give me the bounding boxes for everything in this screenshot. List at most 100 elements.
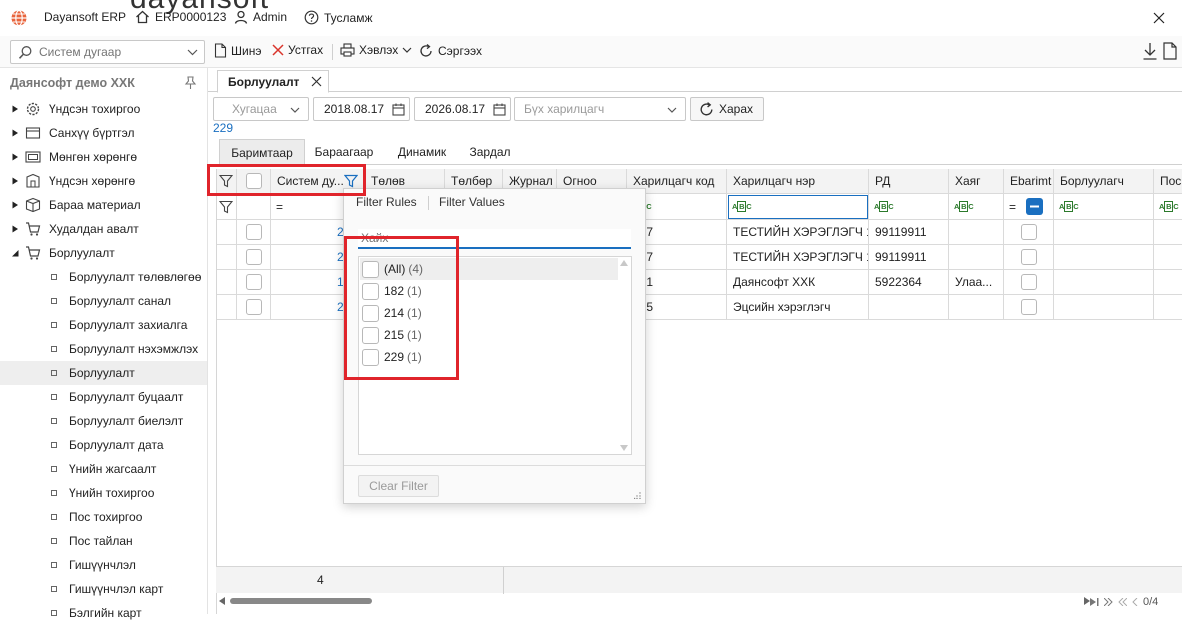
instance-button[interactable]: ERP0000123 (135, 10, 226, 24)
sidebar-item-11[interactable]: Пос тохиргоо (0, 505, 207, 529)
export-button[interactable] (1162, 42, 1178, 60)
row-checkbox[interactable] (246, 249, 262, 265)
equals-operator[interactable]: = (276, 200, 283, 214)
scroll-thumb[interactable] (230, 598, 372, 604)
sidebar-item-2[interactable]: Борлуулалт санал (0, 289, 207, 313)
sidebar-module-1[interactable]: Үндсэн тохиргоо (0, 97, 207, 121)
date-from-field[interactable]: 2018.08.17 (313, 97, 410, 121)
header-select-all[interactable] (237, 169, 271, 194)
last-page-icon[interactable] (1090, 598, 1099, 606)
text-filter-icon[interactable]: ABC (1159, 201, 1179, 212)
tab-sales[interactable]: Борлуулалт (217, 70, 329, 93)
filter-cell[interactable]: ABC (949, 194, 1004, 220)
collapsed-arrow-icon[interactable] (11, 153, 19, 161)
tab-filter-values[interactable]: Filter Values (439, 195, 505, 209)
collapsed-arrow-icon[interactable] (11, 129, 19, 137)
row-checkbox[interactable] (246, 224, 262, 240)
collapsed-arrow-icon[interactable] (11, 225, 19, 233)
record-count-link[interactable]: 229 (213, 121, 233, 135)
collapsed-arrow-icon[interactable] (9, 177, 21, 185)
filter-value-checkbox[interactable] (362, 348, 379, 366)
sidebar-module-6[interactable]: Худалдан авалт (0, 217, 207, 241)
pin-icon[interactable] (184, 76, 197, 90)
text-filter-icon[interactable]: ABC (1059, 201, 1079, 212)
ebarimt-checkbox[interactable] (1020, 224, 1037, 240)
column-header-seller[interactable]: Борлуулагч (1054, 169, 1154, 194)
column-header-pos[interactable]: Пос (1154, 169, 1182, 194)
filter-cell[interactable] (217, 194, 237, 220)
text-filter-icon[interactable]: ABC (954, 201, 974, 212)
text-filter-icon[interactable]: ABC (732, 201, 752, 212)
column-header-rd[interactable]: РД (869, 169, 949, 194)
filter-icon[interactable] (219, 174, 233, 188)
view-button[interactable]: Харах (690, 97, 764, 121)
period-select[interactable]: Хугацаа (213, 97, 309, 121)
select-all-checkbox[interactable] (246, 173, 262, 189)
sidebar-item-13[interactable]: Гишүүнчлэл (0, 553, 207, 577)
filter-cell[interactable]: ABC (1154, 194, 1182, 220)
help-button[interactable]: Тусламж (304, 10, 372, 25)
sidebar-item-10[interactable]: Үнийн тохиргоо (0, 481, 207, 505)
sidebar-item-7[interactable]: Борлуулалт биелэлт (0, 409, 207, 433)
filter-list-scrollbar[interactable] (618, 258, 630, 453)
sidebar-item-12[interactable]: Пос тайлан (0, 529, 207, 553)
column-header-ebarimt[interactable]: Ebarimt (1004, 169, 1054, 194)
scroll-down-icon[interactable] (620, 445, 628, 451)
ebarimt-checkbox[interactable] (1020, 274, 1037, 290)
sidebar-item-6[interactable]: Борлуулалт буцаалт (0, 385, 207, 409)
filter-value-checkbox[interactable] (362, 326, 379, 344)
filter-value-item[interactable]: 215 (1) (360, 324, 618, 346)
previous-page-icon[interactable] (1118, 598, 1127, 606)
sidebar-item-1[interactable]: Борлуулалт төлөвлөгөө (0, 265, 207, 289)
new-button[interactable]: Шинэ (214, 43, 261, 58)
user-button[interactable]: Admin (234, 10, 287, 24)
sidebar-item-3[interactable]: Борлуулалт захиалга (0, 313, 207, 337)
ebarimt-checkbox[interactable] (1020, 249, 1037, 265)
customer-select[interactable]: Бүх харилцагч (514, 97, 686, 121)
sidebar-module-2[interactable]: Санхүү бүртгэл (0, 121, 207, 145)
menu-search[interactable] (10, 40, 205, 64)
filter-values-search-input[interactable] (358, 229, 631, 247)
collapsed-arrow-icon[interactable] (9, 105, 21, 113)
tab-expense[interactable]: Зардал (460, 139, 520, 165)
equals-operator[interactable]: = (1009, 200, 1016, 214)
resize-grip-icon[interactable] (634, 492, 641, 499)
filter-values-search[interactable] (358, 229, 631, 249)
filter-value-checkbox[interactable] (362, 282, 379, 300)
first-page-icon[interactable] (1132, 598, 1138, 606)
close-window-button[interactable] (1136, 0, 1182, 36)
horizontal-scrollbar[interactable] (216, 594, 1096, 608)
calendar-icon[interactable] (392, 103, 405, 116)
next-page-icon[interactable] (1104, 598, 1113, 606)
filter-cell[interactable]: ABC (727, 194, 869, 220)
column-filter-icon[interactable] (344, 174, 358, 188)
filter-value-checkbox[interactable] (362, 260, 379, 278)
sidebar-module-3[interactable]: Мөнгөн хөрөнгө (0, 145, 207, 169)
filter-value-checkbox[interactable] (362, 304, 379, 322)
indeterminate-checkbox[interactable] (1026, 198, 1044, 215)
collapsed-arrow-icon[interactable] (11, 105, 19, 113)
filter-cell[interactable]: ABC (869, 194, 949, 220)
collapsed-arrow-icon[interactable] (11, 177, 19, 185)
sidebar-module-5[interactable]: Бараа материал (0, 193, 207, 217)
menu-search-input[interactable] (39, 44, 179, 60)
tab-filter-rules[interactable]: Filter Rules (356, 195, 417, 209)
close-tab-icon[interactable] (310, 75, 323, 88)
filter-value-all[interactable]: (All) (4) (360, 258, 618, 280)
row-checkbox[interactable] (246, 274, 262, 290)
tab-by-product[interactable]: Бараагаар (309, 139, 379, 165)
refresh-button[interactable]: Сэргээх (418, 43, 482, 59)
expanded-arrow-icon[interactable] (11, 249, 19, 257)
column-header-address[interactable]: Хаяг (949, 169, 1004, 194)
collapsed-arrow-icon[interactable] (9, 153, 21, 161)
text-filter-icon[interactable]: ABC (874, 201, 894, 212)
collapsed-arrow-icon[interactable] (9, 225, 21, 233)
filter-cell[interactable]: = (1004, 194, 1054, 220)
sidebar-item-5[interactable]: Борлуулалт (0, 361, 207, 385)
filter-cell[interactable] (237, 194, 271, 220)
collapsed-arrow-icon[interactable] (9, 129, 21, 137)
filter-value-item[interactable]: 229 (1) (360, 346, 618, 368)
scroll-left-icon[interactable] (219, 597, 226, 605)
calendar-icon[interactable] (493, 103, 506, 116)
collapsed-arrow-icon[interactable] (11, 201, 19, 209)
